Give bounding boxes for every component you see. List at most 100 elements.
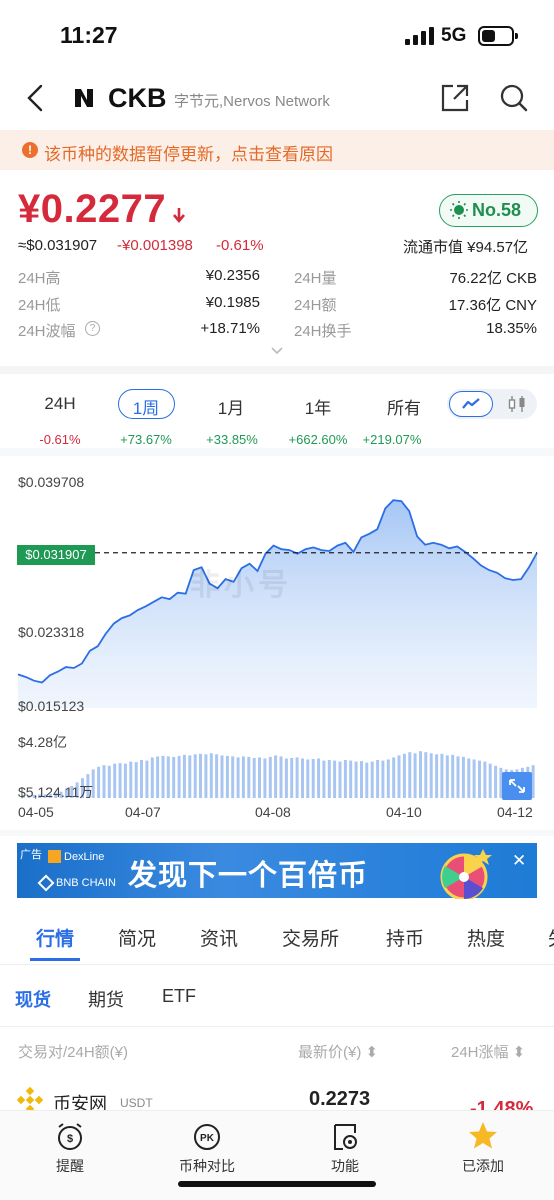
compare-icon[interactable]: PK xyxy=(192,1122,222,1152)
section-tab-market[interactable]: 行情 xyxy=(36,924,74,951)
volume-min: $5,124.11万 xyxy=(18,784,94,800)
stat-amp-label: 24H波幅 xyxy=(18,323,76,340)
volume-bar xyxy=(182,754,186,798)
volume-bar xyxy=(408,752,412,798)
divider xyxy=(0,964,554,965)
volume-bar xyxy=(268,756,272,798)
volume-bar xyxy=(483,761,487,798)
section-tab-more[interactable]: 失 xyxy=(548,924,554,951)
svg-text:PK: PK xyxy=(200,1133,215,1144)
volume-bar xyxy=(113,763,117,798)
section-tab-exchanges[interactable]: 交易所 xyxy=(282,924,339,951)
period-tab-24h[interactable]: 24H xyxy=(25,394,95,414)
x-tick-label: 04-12 xyxy=(497,804,533,820)
volume-bar xyxy=(494,765,498,798)
stat-turnover-label: 24H换手 xyxy=(294,323,352,340)
x-tick-label: 04-05 xyxy=(18,804,54,820)
candlestick-icon[interactable] xyxy=(507,394,527,414)
current-price-tag: $0.031907 xyxy=(17,545,95,565)
notice-text[interactable]: 该币种的数据暂停更新，点击查看原因 xyxy=(44,140,333,165)
column-header-change[interactable]: 24H涨幅 ⬍ xyxy=(451,1041,525,1062)
signal-icon xyxy=(405,27,434,45)
stat-vol-label: 24H量 xyxy=(294,270,337,287)
period-tab-month[interactable]: 1月 xyxy=(196,394,266,419)
volume-max: $4.28亿 xyxy=(18,734,68,750)
volume-bar xyxy=(279,756,283,798)
volume-bar xyxy=(301,758,304,798)
section-tab-news[interactable]: 资讯 xyxy=(200,924,238,951)
price-chart[interactable]: 04-05 04-07 04-08 04-10 04-12 xyxy=(0,460,554,830)
volume-bar xyxy=(188,755,192,798)
dexline-logo-icon xyxy=(48,850,61,863)
volume-bar xyxy=(177,755,181,798)
volume-bar xyxy=(284,758,288,798)
volume-bar xyxy=(145,760,149,798)
column-header-pair: 交易对/24H额(¥) xyxy=(18,1044,129,1061)
down-arrow-icon xyxy=(173,208,185,223)
y-axis-mid: $0.023318 xyxy=(18,624,85,640)
alarm-icon[interactable]: $ xyxy=(55,1122,85,1152)
column-header-price[interactable]: 最新价(¥) ⬍ xyxy=(298,1041,378,1062)
ad-close-button[interactable]: ✕ xyxy=(512,851,526,871)
volume-bar xyxy=(107,765,111,798)
volume-bar xyxy=(140,760,143,798)
period-tab-week[interactable]: 1周 xyxy=(111,394,181,419)
subtab-etf[interactable]: ETF xyxy=(162,986,196,1007)
x-tick-label: 04-07 xyxy=(125,804,161,820)
volume-bar xyxy=(435,754,439,798)
share-icon[interactable] xyxy=(440,83,470,113)
period-tab-year[interactable]: 1年 xyxy=(283,394,353,419)
function-icon[interactable] xyxy=(330,1122,360,1152)
volume-bar xyxy=(166,756,170,798)
volume-bar xyxy=(290,758,294,798)
period-tab-all[interactable]: 所有 xyxy=(369,394,439,419)
fullscreen-button[interactable] xyxy=(502,772,532,800)
volume-bar xyxy=(161,755,165,798)
volume-bar xyxy=(123,763,127,798)
y-axis-max: $0.039708 xyxy=(18,474,85,490)
volume-bar xyxy=(193,754,197,798)
volume-bar xyxy=(252,758,256,798)
star-icon[interactable] xyxy=(467,1120,499,1152)
volume-bar xyxy=(209,753,213,798)
x-tick-label: 04-10 xyxy=(386,804,422,820)
section-tab-holders[interactable]: 持币 xyxy=(386,924,424,951)
help-icon[interactable]: ? xyxy=(85,321,100,336)
volume-bar xyxy=(349,760,353,798)
ad-tag: 广告 xyxy=(20,849,42,861)
chevron-down-icon[interactable] xyxy=(270,346,284,356)
ckb-logo-icon xyxy=(75,89,93,107)
volume-bar xyxy=(134,762,138,798)
status-time: 11:27 xyxy=(60,22,118,48)
back-icon[interactable] xyxy=(22,82,48,114)
subtab-futures[interactable]: 期货 xyxy=(88,986,124,1012)
volume-bar xyxy=(440,753,444,798)
volume-bar xyxy=(392,757,396,798)
bottom-label-function[interactable]: 功能 xyxy=(300,1156,390,1176)
price-change: -¥0.001398 xyxy=(117,237,193,254)
period-change-all: +219.07% xyxy=(362,432,422,447)
volume-bar xyxy=(370,761,374,798)
stat-turnover: 18.35% xyxy=(486,320,537,337)
volume-bar xyxy=(424,752,428,798)
stat-amp: +18.71% xyxy=(200,320,260,337)
volume-bar xyxy=(445,755,449,798)
bottom-label-alert[interactable]: 提醒 xyxy=(25,1156,115,1176)
volume-bar xyxy=(451,754,455,798)
bottom-label-compare[interactable]: 币种对比 xyxy=(162,1156,252,1176)
search-icon[interactable] xyxy=(499,83,529,113)
coin-full-name: 字节元,Nervos Network xyxy=(174,93,330,110)
section-tab-overview[interactable]: 简况 xyxy=(118,924,156,951)
subtab-spot[interactable]: 现货 xyxy=(15,986,51,1012)
volume-bar xyxy=(150,757,154,798)
home-indicator xyxy=(178,1181,376,1187)
volume-bar xyxy=(97,766,101,798)
section-tab-heat[interactable]: 热度 xyxy=(467,924,505,951)
volume-bar xyxy=(306,759,310,798)
volume-bar xyxy=(102,765,106,798)
price-usd: ≈$0.031907 xyxy=(18,237,98,254)
bottom-label-added[interactable]: 已添加 xyxy=(438,1156,528,1176)
volume-bar xyxy=(472,759,476,798)
volume-bar xyxy=(376,760,380,798)
volume-bar xyxy=(129,761,133,798)
